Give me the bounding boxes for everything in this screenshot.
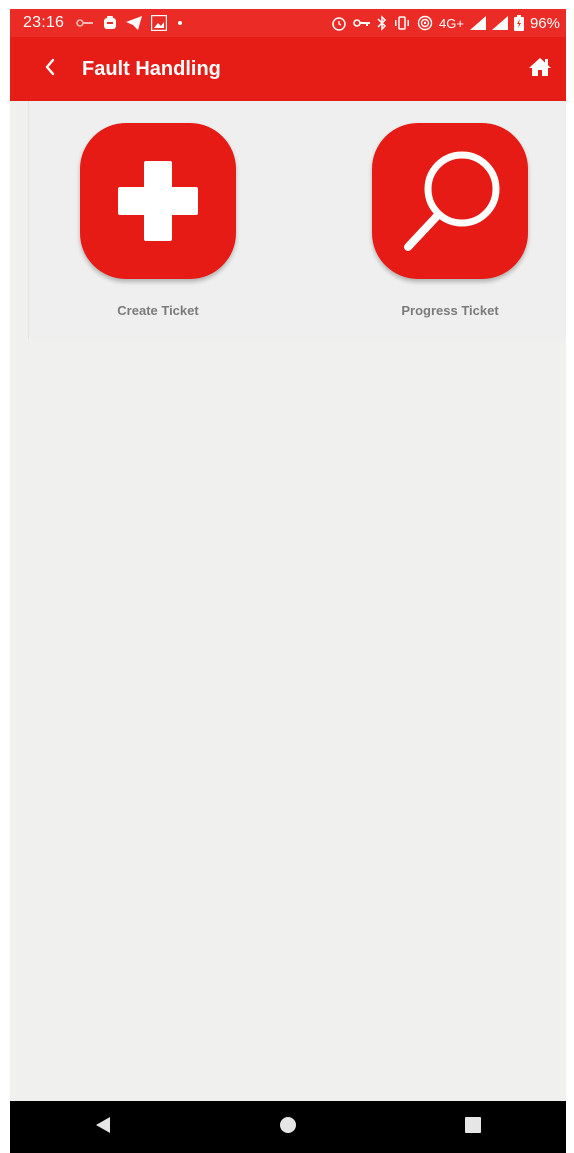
network-type: 4G+ (439, 15, 464, 31)
chevron-left-icon (44, 58, 56, 81)
notification-app-icon (103, 16, 117, 30)
magnifier-icon[interactable] (372, 123, 528, 279)
plus-icon[interactable] (80, 123, 236, 279)
nav-recents-button[interactable] (443, 1107, 503, 1147)
status-time: 23:16 (23, 14, 65, 31)
battery-icon (513, 15, 524, 31)
battery-percent: 96% (529, 14, 560, 32)
home-icon (528, 57, 552, 82)
alarm-icon (331, 15, 347, 31)
gallery-icon (151, 15, 168, 31)
nav-back-button[interactable] (73, 1107, 133, 1147)
vpn-key-icon (353, 18, 371, 28)
home-circle-icon (278, 1115, 298, 1140)
dot-icon (176, 19, 184, 27)
app-bar: Fault Handling (10, 37, 566, 101)
navigation-bar (10, 1101, 566, 1153)
status-left-icons (76, 15, 184, 31)
hotspot-icon (417, 15, 433, 31)
bluetooth-icon (377, 15, 387, 31)
back-triangle-icon (94, 1115, 112, 1140)
progress-ticket-label: Progress Ticket (401, 303, 499, 318)
back-button[interactable] (30, 49, 70, 89)
create-ticket-label: Create Ticket (117, 303, 199, 318)
home-button[interactable] (520, 49, 560, 89)
app-screen: 23:16 4G+ 96% Fault Handling Create Tick… (10, 9, 566, 1153)
status-right-icons: 4G+ 96% (331, 15, 560, 32)
telegram-icon (126, 16, 143, 30)
status-bar: 23:16 4G+ 96% (10, 9, 566, 37)
key-icon (76, 18, 94, 28)
signal-icon (491, 16, 508, 30)
signal-icon (469, 16, 486, 30)
page-title: Fault Handling (82, 57, 221, 80)
nav-home-button[interactable] (258, 1107, 318, 1147)
vibrate-icon (393, 16, 411, 30)
recents-square-icon (464, 1116, 482, 1139)
